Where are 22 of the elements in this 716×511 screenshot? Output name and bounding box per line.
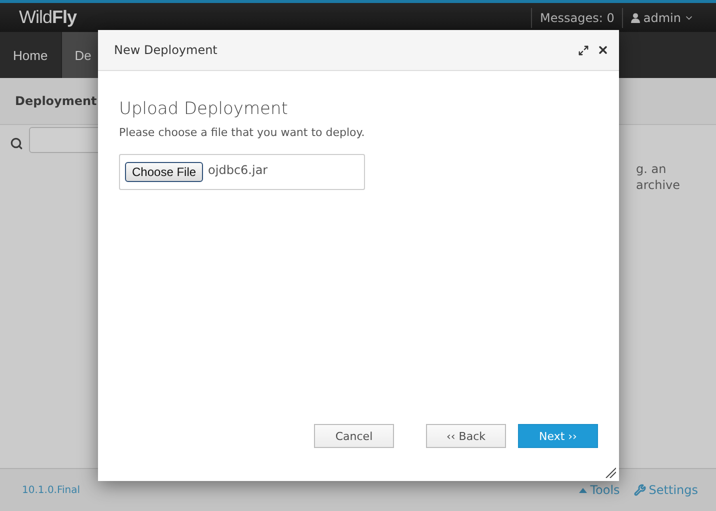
section-title: Deployment xyxy=(15,94,97,108)
wrench-icon xyxy=(634,484,646,496)
messages-link[interactable]: Messages: 0 xyxy=(531,8,622,28)
dialog-description: Please choose a file that you want to deploy. xyxy=(119,126,366,139)
user-icon xyxy=(631,12,640,22)
file-name: ojdbc6.jar xyxy=(208,163,268,177)
caret-up-icon xyxy=(579,488,588,492)
logo: WildFly xyxy=(19,7,77,28)
maximize-icon[interactable] xyxy=(578,44,589,56)
dialog-title: New Deployment xyxy=(114,43,218,57)
resize-grip-icon[interactable] xyxy=(605,467,616,478)
dialog-button[interactable]: ‹‹ Back xyxy=(426,424,506,448)
dialog-button[interactable]: Cancel xyxy=(314,424,394,448)
choose-file-button[interactable]: Choose File xyxy=(125,162,204,182)
search-icon xyxy=(10,137,23,150)
description-text: g. an xyxy=(636,161,668,177)
description-text: archive xyxy=(636,177,682,193)
close-icon[interactable] xyxy=(597,44,609,56)
user-menu[interactable]: admin xyxy=(622,8,716,28)
dialog-heading: Upload Deployment xyxy=(119,99,289,119)
file-field[interactable]: Choose File ojdbc6.jar xyxy=(119,154,365,190)
version-label: 10.1.0.Final xyxy=(22,484,80,496)
